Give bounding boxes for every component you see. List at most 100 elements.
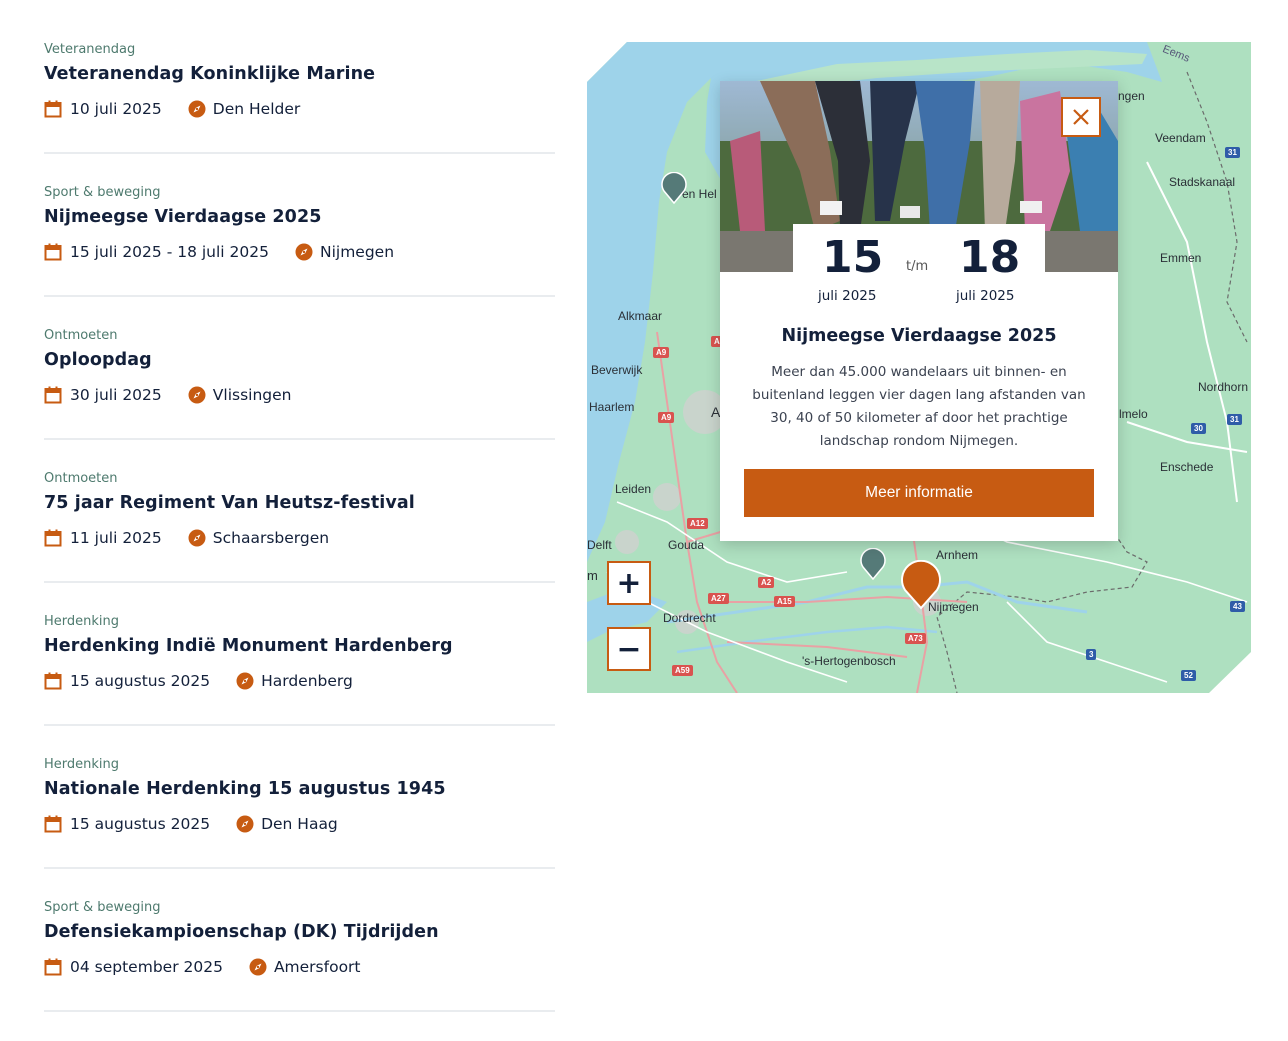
event-meta: 15 augustus 2025 Hardenberg: [44, 672, 353, 690]
compass-icon: [188, 100, 206, 118]
event-category: Sport & beweging: [44, 900, 161, 915]
calendar-icon: [44, 386, 62, 404]
road-shield: A2: [758, 577, 775, 588]
start-month: juli 2025: [818, 288, 877, 304]
event-meta: 15 juli 2025 - 18 juli 2025 Nijmegen: [44, 243, 394, 261]
event-date: 15 augustus 2025: [70, 815, 211, 833]
road-shield: 30: [1191, 423, 1206, 434]
road-shield: A15: [774, 596, 795, 607]
road-shield: 52: [1181, 670, 1196, 681]
calendar-icon: [44, 100, 62, 118]
event-title[interactable]: 75 jaar Regiment Van Heutsz-festival: [44, 493, 415, 513]
event-title[interactable]: Nationale Herdenking 15 augustus 1945: [44, 779, 446, 799]
event-date: 15 augustus 2025: [70, 672, 211, 690]
map-label-haarlem: Haarlem: [589, 400, 635, 414]
map-label-beverwijk: Beverwijk: [591, 363, 643, 377]
map-label-enschede: Enschede: [1160, 460, 1214, 474]
list-item[interactable]: Sport & beweging Defensiekampioenschap (…: [44, 898, 555, 1012]
zoom-in-button[interactable]: +: [607, 561, 651, 605]
start-day: 15: [822, 232, 884, 283]
event-meta: 30 juli 2025 Vlissingen: [44, 386, 291, 404]
event-date: 15 juli 2025 - 18 juli 2025: [70, 243, 269, 261]
event-location: Nijmegen: [319, 243, 395, 261]
end-month: juli 2025: [956, 288, 1015, 304]
event-date: 04 september 2025: [70, 958, 223, 976]
event-location: Den Haag: [261, 815, 338, 833]
map-label-stadskanaal: Stadskanaal: [1169, 175, 1236, 189]
list-item[interactable]: Herdenking Herdenking Indië Monument Har…: [44, 612, 555, 726]
close-button[interactable]: [1061, 97, 1101, 137]
end-day: 18: [959, 232, 1021, 283]
event-date: 11 juli 2025: [70, 529, 162, 547]
event-location: Hardenberg: [261, 672, 353, 690]
map-label-arnhem: Arnhem: [936, 548, 979, 562]
map-label-ngen: ngen: [1118, 89, 1145, 103]
map-marker-den-helder[interactable]: [661, 172, 687, 204]
event-title[interactable]: Nijmeegse Vierdaagse 2025: [44, 207, 322, 227]
popup-description: Meer dan 45.000 wandelaars uit binnen- e…: [752, 364, 1086, 449]
road-shield: 3: [1086, 649, 1097, 660]
map-label-alkmaar: Alkmaar: [618, 309, 663, 323]
map-label-dordrecht: Dordrecht: [663, 611, 716, 625]
map-label-imelo: lmelo: [1119, 407, 1148, 421]
road-shield: A9: [658, 412, 675, 423]
map-label-emmen: Emmen: [1160, 251, 1202, 265]
map-label-a: A: [711, 404, 721, 420]
event-date: 10 juli 2025: [70, 100, 162, 118]
event-category: Veteranendag: [44, 42, 136, 57]
close-icon: [1073, 109, 1089, 125]
list-item[interactable]: Ontmoeten 75 jaar Regiment Van Heutsz-fe…: [44, 469, 555, 583]
map-marker-nijmegen-active[interactable]: [900, 560, 942, 610]
event-category: Ontmoeten: [44, 328, 118, 343]
zoom-out-button[interactable]: −: [607, 627, 651, 671]
map-marker-inactive[interactable]: [860, 548, 886, 580]
event-location: Amersfoort: [273, 958, 361, 976]
calendar-icon: [44, 815, 62, 833]
event-title[interactable]: Veteranendag Koninklijke Marine: [44, 64, 375, 84]
map-label-den-bosch: 's-Hertogenbosch: [802, 654, 896, 668]
road-shield: A27: [708, 593, 729, 604]
event-title[interactable]: Defensiekampioenschap (DK) Tijdrijden: [44, 922, 439, 942]
compass-icon: [236, 815, 254, 833]
event-location: Schaarsbergen: [212, 529, 330, 547]
compass-icon: [295, 243, 313, 261]
event-list: Veteranendag Veteranendag Koninklijke Ma…: [44, 40, 555, 1041]
list-item[interactable]: Veteranendag Veteranendag Koninklijke Ma…: [44, 40, 555, 154]
event-date: 30 juli 2025: [70, 386, 162, 404]
map-label-veendam: Veendam: [1155, 131, 1206, 145]
list-item[interactable]: Ontmoeten Oploopdag 30 juli 2025 Vlissin…: [44, 326, 555, 440]
road-shield: A12: [687, 518, 708, 529]
event-category: Sport & beweging: [44, 185, 161, 200]
compass-icon: [188, 529, 206, 547]
compass-icon: [236, 672, 254, 690]
road-shield: A73: [905, 633, 926, 644]
calendar-icon: [44, 958, 62, 976]
map-label-delft: Delft: [587, 538, 612, 552]
more-info-button[interactable]: Meer informatie: [744, 469, 1094, 517]
event-popup: 15 juli 2025 t/m 18 juli 2025 Nijmeegse …: [720, 81, 1118, 541]
date-separator: t/m: [906, 259, 929, 274]
event-category: Herdenking: [44, 614, 120, 629]
map-label-den-helder: en Hel: [682, 187, 717, 201]
map-label-leiden: Leiden: [615, 482, 652, 496]
event-meta: 15 augustus 2025 Den Haag: [44, 815, 338, 833]
list-item[interactable]: Herdenking Nationale Herdenking 15 augus…: [44, 755, 555, 869]
event-category: Ontmoeten: [44, 471, 118, 486]
event-location: Den Helder: [212, 100, 301, 118]
road-shield: A59: [672, 665, 693, 676]
road-shield: A9: [653, 347, 670, 358]
popup-title: Nijmeegse Vierdaagse 2025: [781, 326, 1057, 346]
event-title[interactable]: Oploopdag: [44, 350, 152, 370]
calendar-icon: [44, 529, 62, 547]
road-shield: 31: [1227, 414, 1242, 425]
compass-icon: [249, 958, 267, 976]
calendar-icon: [44, 672, 62, 690]
event-title[interactable]: Herdenking Indië Monument Hardenberg: [44, 636, 453, 656]
event-location: Vlissingen: [212, 386, 292, 404]
event-category: Herdenking: [44, 757, 120, 772]
map-label-nordhorn: Nordhorn: [1198, 380, 1249, 394]
road-shield: 43: [1230, 601, 1245, 612]
event-meta: 10 juli 2025 Den Helder: [44, 100, 300, 118]
list-item[interactable]: Sport & beweging Nijmeegse Vierdaagse 20…: [44, 183, 555, 297]
road-shield: 31: [1225, 147, 1240, 158]
